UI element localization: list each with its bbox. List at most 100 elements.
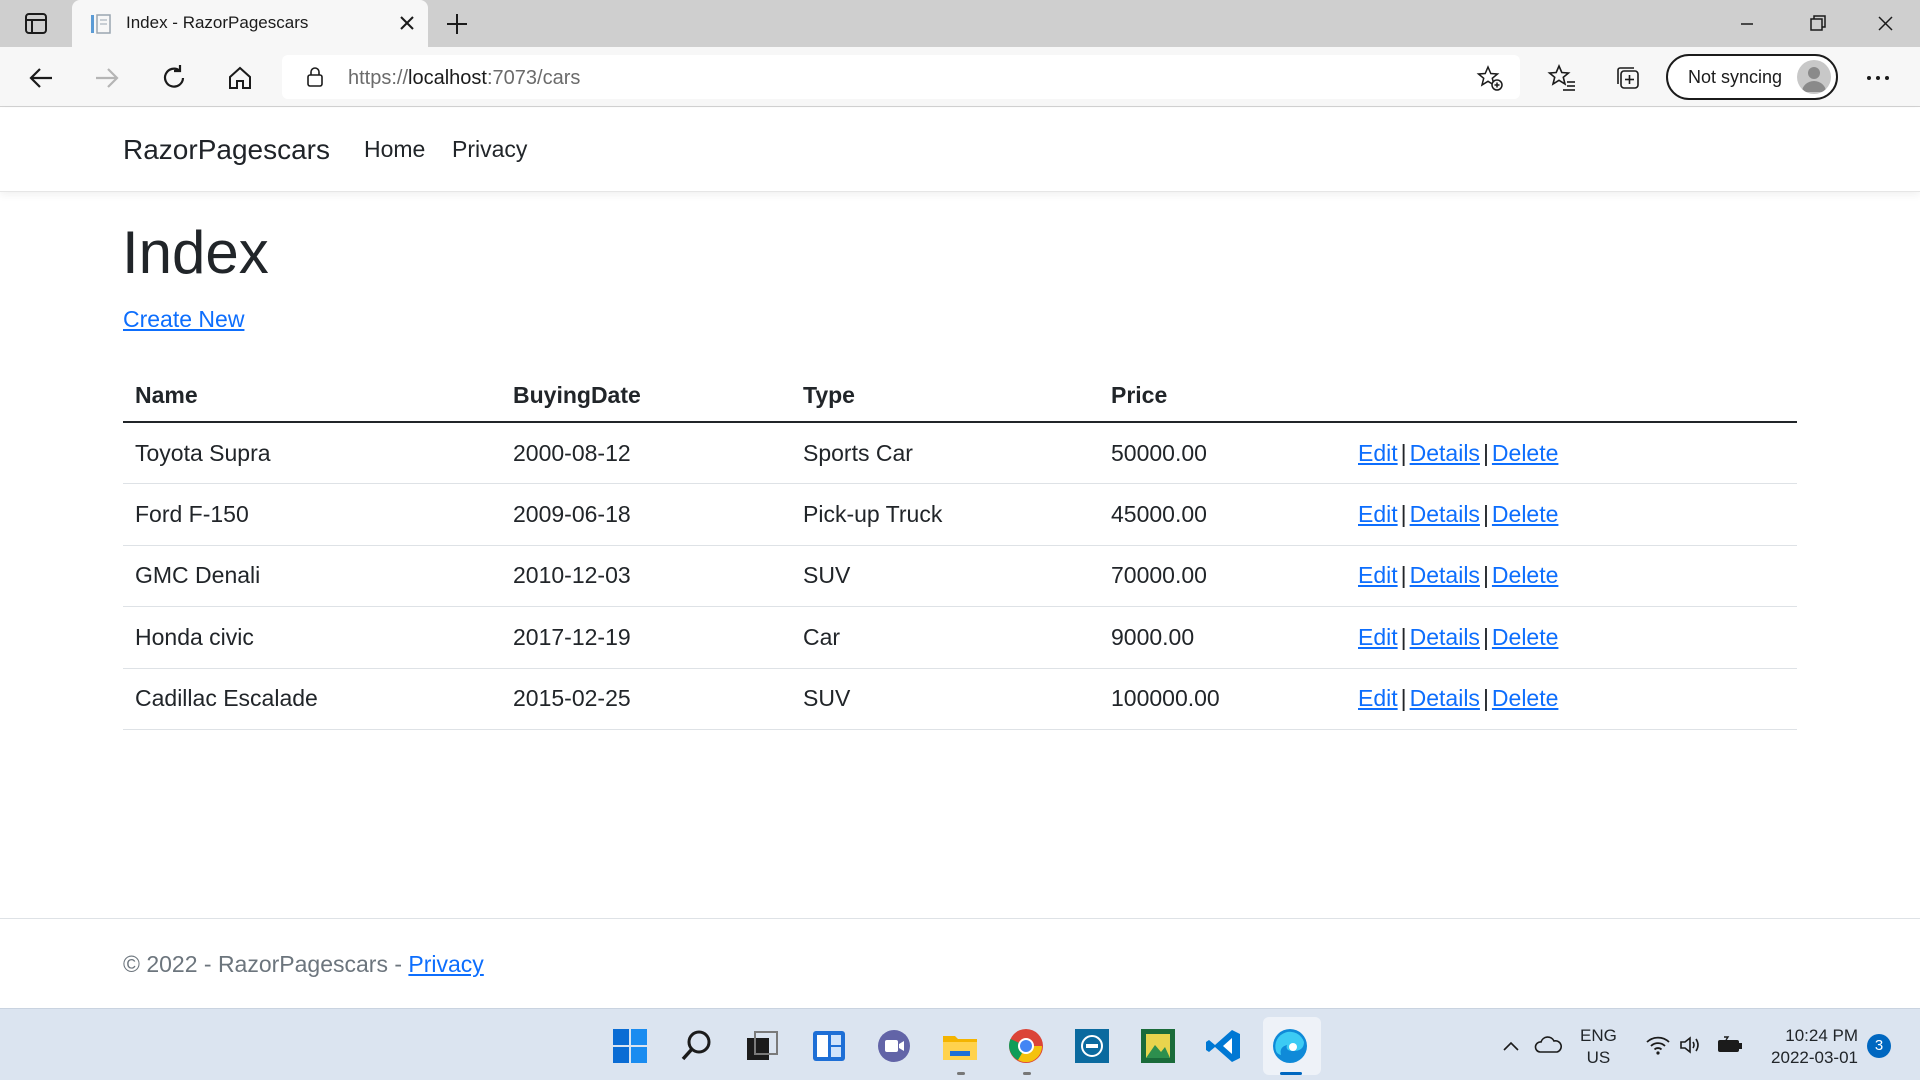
car-name-cell: Ford F-150	[123, 483, 501, 546]
type-cell: Car	[791, 606, 1099, 669]
price-cell: 45000.00	[1099, 483, 1346, 546]
action-separator: |	[1482, 439, 1489, 466]
edit-link[interactable]: Edit	[1358, 624, 1398, 650]
edge-icon[interactable]	[1271, 1027, 1309, 1065]
footer-privacy-link[interactable]: Privacy	[408, 951, 483, 977]
close-tab-icon[interactable]	[394, 10, 420, 36]
wifi-icon[interactable]	[1645, 1033, 1671, 1057]
row-actions: Edit | Details | Delete	[1346, 422, 1797, 484]
table-row: Ford F-150 2009-06-18 Pick-up Truck 45000.0…	[123, 483, 1797, 546]
language-indicator[interactable]: ENG US	[1580, 1025, 1617, 1069]
delete-link[interactable]: Delete	[1492, 440, 1558, 466]
minimize-icon[interactable]	[1730, 10, 1764, 38]
details-link[interactable]: Details	[1410, 685, 1480, 711]
clock-time: 10:24 PM	[1785, 1026, 1858, 1045]
nav-link-privacy[interactable]: Privacy	[452, 136, 527, 163]
search-icon[interactable]	[678, 1027, 716, 1065]
active-indicator	[1280, 1072, 1302, 1075]
buying-date-cell: 2015-02-25	[501, 668, 791, 730]
car-name-cell: Toyota Supra	[123, 422, 501, 484]
image-app-icon[interactable]	[1139, 1027, 1177, 1065]
delete-link[interactable]: Delete	[1492, 562, 1558, 588]
volume-icon[interactable]	[1678, 1033, 1704, 1057]
browser-tab-active[interactable]: Index - RazorPagescars	[72, 0, 428, 47]
cars-table: Name BuyingDate Type Price Toyota Supra 2…	[123, 370, 1797, 730]
buying-date-cell: 2010-12-03	[501, 545, 791, 607]
home-icon[interactable]	[223, 61, 257, 95]
browser-tab-strip: Index - RazorPagescars	[0, 0, 1920, 47]
tab-actions-icon[interactable]	[18, 11, 52, 37]
column-header-actions	[1346, 370, 1797, 423]
tab-title: Index - RazorPagescars	[126, 13, 309, 32]
table-header-row: Name BuyingDate Type Price	[123, 370, 1797, 423]
favorites-icon[interactable]	[1545, 61, 1579, 95]
battery-icon[interactable]	[1716, 1033, 1744, 1057]
details-link[interactable]: Details	[1410, 440, 1480, 466]
page-title: Index	[122, 219, 269, 286]
forward-icon[interactable]	[90, 61, 124, 95]
back-icon[interactable]	[24, 61, 58, 95]
language-code: ENG	[1580, 1026, 1617, 1045]
price-cell: 70000.00	[1099, 545, 1346, 607]
type-cell: SUV	[791, 668, 1099, 730]
notification-badge[interactable]: 3	[1867, 1034, 1891, 1058]
new-tab-icon[interactable]	[442, 9, 472, 39]
footer-copyright: © 2022 - RazorPagescars - Privacy	[123, 951, 484, 977]
running-indicator	[1023, 1072, 1031, 1075]
table-row: GMC Denali 2010-12-03 SUV 70000.00 Edit | Deta…	[123, 545, 1797, 607]
details-link[interactable]: Details	[1410, 562, 1480, 588]
start-icon[interactable]	[611, 1027, 649, 1065]
window-close-icon[interactable]	[1868, 10, 1902, 38]
edit-link[interactable]: Edit	[1358, 440, 1398, 466]
teams-chat-icon[interactable]	[875, 1027, 913, 1065]
nav-link-home[interactable]: Home	[364, 136, 425, 163]
system-clock[interactable]: 10:24 PM 2022-03-01	[1762, 1025, 1858, 1069]
action-separator: |	[1482, 685, 1489, 712]
action-separator: |	[1482, 500, 1489, 527]
row-actions: Edit | Details | Delete	[1346, 545, 1797, 607]
create-new-link[interactable]: Create New	[123, 306, 244, 333]
running-indicator	[957, 1072, 965, 1075]
delete-link[interactable]: Delete	[1492, 501, 1558, 527]
table-row: Cadillac Escalade 2015-02-25 SUV 100000.00 E…	[123, 668, 1797, 730]
add-favorite-icon[interactable]	[1476, 64, 1504, 92]
edit-link[interactable]: Edit	[1358, 501, 1398, 527]
settings-more-icon[interactable]	[1860, 61, 1896, 95]
price-cell: 100000.00	[1099, 668, 1346, 730]
delete-link[interactable]: Delete	[1492, 624, 1558, 650]
action-separator: |	[1400, 439, 1407, 466]
dell-icon[interactable]	[1073, 1027, 1111, 1065]
vscode-icon[interactable]	[1205, 1027, 1243, 1065]
delete-link[interactable]: Delete	[1492, 685, 1558, 711]
type-cell: Sports Car	[791, 422, 1099, 484]
details-link[interactable]: Details	[1410, 501, 1480, 527]
widgets-icon[interactable]	[810, 1027, 848, 1065]
lock-icon[interactable]	[304, 66, 326, 88]
file-explorer-icon[interactable]	[941, 1027, 979, 1065]
chrome-icon[interactable]	[1007, 1027, 1045, 1065]
onedrive-icon[interactable]	[1534, 1033, 1562, 1057]
details-link[interactable]: Details	[1410, 624, 1480, 650]
column-header-price: Price	[1099, 370, 1346, 423]
row-actions: Edit | Details | Delete	[1346, 668, 1797, 730]
site-brand[interactable]: RazorPagescars	[123, 134, 330, 166]
address-bar[interactable]: https://localhost:7073/cars	[282, 55, 1520, 99]
task-view-icon[interactable]	[743, 1027, 781, 1065]
table-row: Honda civic 2017-12-19 Car 9000.00 Edit | Deta…	[123, 606, 1797, 669]
action-separator: |	[1400, 685, 1407, 712]
sync-status-label: Not syncing	[1688, 67, 1783, 87]
action-separator: |	[1400, 623, 1407, 650]
chevron-up-icon[interactable]	[1500, 1035, 1522, 1057]
column-header-buying-date: BuyingDate	[501, 370, 791, 423]
restore-icon[interactable]	[1800, 10, 1834, 38]
profile-sync-button[interactable]: Not syncing	[1666, 54, 1838, 100]
edit-link[interactable]: Edit	[1358, 685, 1398, 711]
url-text[interactable]: https://localhost:7073/cars	[348, 67, 580, 90]
refresh-icon[interactable]	[157, 61, 191, 95]
buying-date-cell: 2009-06-18	[501, 483, 791, 546]
collections-icon[interactable]	[1611, 61, 1645, 95]
car-name-cell: Cadillac Escalade	[123, 668, 501, 730]
action-separator: |	[1400, 500, 1407, 527]
buying-date-cell: 2000-08-12	[501, 422, 791, 484]
edit-link[interactable]: Edit	[1358, 562, 1398, 588]
